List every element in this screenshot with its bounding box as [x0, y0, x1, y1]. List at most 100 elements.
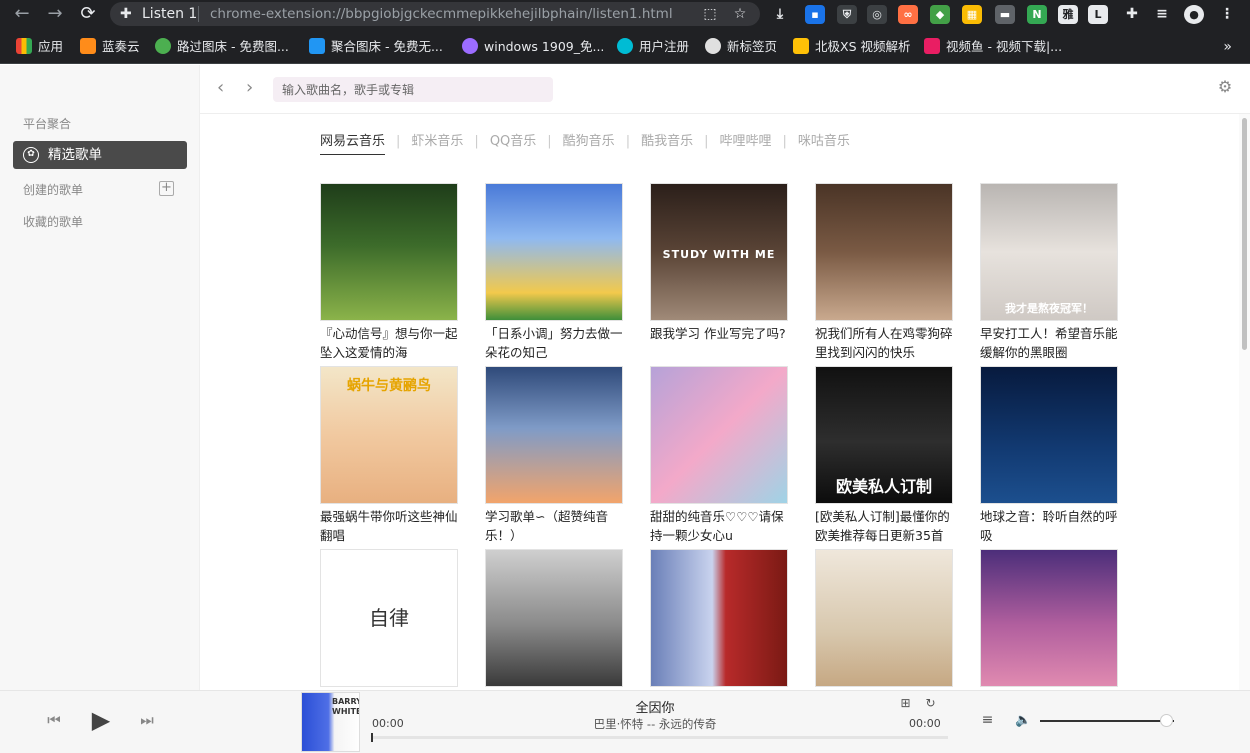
tab-source[interactable]: 咪咕音乐 [798, 134, 850, 154]
playlist-cover[interactable]: STUDY WITH ME [650, 183, 788, 321]
gear-icon[interactable]: ⚙ [1216, 78, 1234, 96]
back-arrow-icon[interactable]: ‹ [217, 78, 224, 98]
extension-3-icon[interactable]: ∞ [898, 5, 918, 24]
playlist-cover[interactable]: 欧美私人订制 [815, 366, 953, 504]
playlist-cover[interactable] [485, 549, 623, 687]
loop-icon[interactable]: ↻ [923, 696, 938, 711]
extensions-puzzle-icon[interactable]: ✚ [1122, 5, 1142, 24]
playlist-cover[interactable] [320, 183, 458, 321]
playlist-cover[interactable]: 自律 [320, 549, 458, 687]
reload-icon[interactable]: ⟳ [76, 3, 100, 25]
extension-6-icon[interactable]: ▬ [995, 5, 1015, 24]
playlist-card[interactable]: 『心动信号』想与你一起坠入这爱情的海 [320, 183, 458, 362]
playlist-title[interactable]: 早安打工人！希望音乐能缓解你的黑眼圈 [980, 324, 1118, 362]
extension-7-icon[interactable]: N [1027, 5, 1047, 24]
sidebar-item-favorite-playlists[interactable]: 收藏的歌单 [23, 213, 83, 230]
bookmark-item[interactable]: 新标签页 [705, 38, 777, 56]
playlist-card[interactable]: 欧美私人订制 [欧美私人订制]最懂你的欧美推荐每日更新35首 [815, 366, 953, 545]
playlist-title[interactable]: [欧美私人订制]最懂你的欧美推荐每日更新35首 [815, 507, 953, 545]
scrollbar-thumb[interactable] [1242, 118, 1247, 350]
sidebar-item-created-playlists[interactable]: 创建的歌单 [23, 181, 83, 198]
next-track-icon[interactable]: ⏭ [137, 711, 157, 733]
shield-icon[interactable]: ⛨ [837, 5, 857, 24]
volume-icon[interactable]: 🔈 [1015, 713, 1031, 728]
tab-source[interactable]: 酷狗音乐 [563, 134, 615, 154]
volume-slider[interactable] [1040, 720, 1174, 722]
playlist-card[interactable]: 「日系小调」努力去做一朵花の知己 [485, 183, 623, 362]
profile-avatar-icon[interactable]: ● [1184, 5, 1204, 24]
extension-9-icon[interactable]: L [1088, 5, 1108, 24]
tab-source[interactable]: 酷我音乐 [641, 134, 693, 154]
translate-icon[interactable]: ⬚ [700, 5, 720, 23]
bookmark-item[interactable]: 北极XS 视频解析 [793, 38, 910, 56]
download-icon[interactable]: ⤓ [770, 5, 790, 24]
playlist-cover[interactable]: 蜗牛与黄鹂鸟 [320, 366, 458, 504]
playlist-cover[interactable] [650, 549, 788, 687]
playlist-cover[interactable] [650, 366, 788, 504]
playlist-card[interactable] [980, 549, 1118, 690]
playlist-title[interactable]: 祝我们所有人在鸡零狗碎里找到闪闪的快乐 [815, 324, 953, 362]
url-text[interactable]: chrome-extension://bbpgiobjgckecmmepikke… [210, 5, 673, 23]
playlist-card[interactable]: 蜗牛与黄鹂鸟 最强蜗牛带你听这些神仙翻唱 [320, 366, 458, 545]
browser-back-icon[interactable]: ← [10, 3, 34, 25]
playlist-title[interactable]: 「日系小调」努力去做一朵花の知己 [485, 324, 623, 362]
playlist-card[interactable]: 学习歌单∽（超赞纯音乐！） [485, 366, 623, 545]
extension-1-icon[interactable]: ▪ [805, 5, 825, 24]
playlist-title[interactable]: 学习歌单∽（超赞纯音乐！） [485, 507, 623, 545]
tab-source[interactable]: 虾米音乐 [411, 134, 463, 154]
progress-handle[interactable] [371, 733, 373, 742]
playlist-card[interactable] [815, 549, 953, 690]
bookmark-item[interactable]: 视频鱼 - 视频下载|... [924, 38, 1062, 56]
playlist-title[interactable]: 最强蜗牛带你听这些神仙翻唱 [320, 507, 458, 545]
playlist-title[interactable]: 跟我学习 作业写完了吗? [650, 324, 788, 362]
address-bar[interactable]: ✚ Listen 1 chrome-extension://bbpgiobjgc… [110, 2, 760, 26]
playlist-card[interactable]: 自律 [320, 549, 458, 690]
playlist-title[interactable]: 甜甜的纯音乐♡♡♡请保持一颗少女心u [650, 507, 788, 545]
bookmark-item[interactable]: windows 1909_免... [462, 38, 604, 56]
tab-source[interactable]: 网易云音乐 [320, 134, 386, 155]
playlist-card[interactable]: 甜甜的纯音乐♡♡♡请保持一颗少女心u [650, 366, 788, 545]
tab-source[interactable]: QQ音乐 [490, 134, 536, 154]
browser-forward-icon[interactable]: → [43, 3, 67, 25]
bookmark-item[interactable]: 路过图床 - 免费图... [155, 38, 289, 56]
extension-8-icon[interactable]: 雅 [1058, 5, 1078, 24]
extension-2-icon[interactable]: ◎ [867, 5, 887, 24]
volume-knob[interactable] [1159, 714, 1173, 727]
extension-4-icon[interactable]: ◆ [930, 5, 950, 24]
tab-source[interactable]: 哔哩哔哩 [719, 134, 771, 154]
playlist-card[interactable]: 祝我们所有人在鸡零狗碎里找到闪闪的快乐 [815, 183, 953, 362]
play-icon[interactable]: ▶ [88, 706, 114, 736]
bookmark-item[interactable]: 用户注册 [617, 38, 689, 56]
playlist-cover[interactable] [815, 183, 953, 321]
forward-arrow-icon[interactable]: › [246, 78, 253, 98]
playlist-cover[interactable] [980, 549, 1118, 687]
playlist-card[interactable] [485, 549, 623, 690]
playlist-card[interactable] [650, 549, 788, 690]
previous-track-icon[interactable]: ⏮ [44, 711, 64, 733]
playlist-queue-icon[interactable]: ≡ [980, 713, 995, 728]
playlist-card[interactable]: STUDY WITH ME 跟我学习 作业写完了吗? [650, 183, 788, 362]
playlist-card[interactable]: 地球之音：聆听自然的呼吸 [980, 366, 1118, 545]
progress-bar[interactable] [371, 733, 948, 742]
playlist-title[interactable]: 地球之音：聆听自然的呼吸 [980, 507, 1118, 545]
song-artist-album[interactable]: 巴里·怀特 -- 永远的传奇 [360, 716, 950, 732]
playlist-cover[interactable] [485, 366, 623, 504]
bookmark-star-icon[interactable]: ☆ [730, 5, 750, 23]
playlist-card[interactable]: 我才是熬夜冠军！ 早安打工人！希望音乐能缓解你的黑眼圈 [980, 183, 1118, 362]
album-cover[interactable]: BARRY WHITE [301, 692, 360, 752]
add-to-playlist-icon[interactable]: ⊞ [898, 696, 913, 711]
media-control-icon[interactable]: ≡ [1152, 5, 1172, 24]
menu-kebab-icon[interactable]: ⋮ [1217, 5, 1237, 24]
playlist-cover[interactable] [980, 366, 1118, 504]
playlist-cover[interactable] [485, 183, 623, 321]
playlist-title[interactable]: 『心动信号』想与你一起坠入这爱情的海 [320, 324, 458, 362]
content-scrollbar[interactable] [1239, 114, 1250, 690]
extension-5-icon[interactable]: ▦ [962, 5, 982, 24]
bookmarks-more-icon[interactable]: » [1223, 38, 1232, 56]
bookmark-item[interactable]: 蓝奏云 [80, 38, 140, 56]
bookmark-apps[interactable]: 应用 [16, 38, 63, 56]
playlist-cover[interactable]: 我才是熬夜冠军！ [980, 183, 1118, 321]
sidebar-item-featured-playlists[interactable]: ✿ 精选歌单 [13, 141, 187, 169]
add-playlist-icon[interactable]: + [159, 181, 174, 196]
playlist-cover[interactable] [815, 549, 953, 687]
